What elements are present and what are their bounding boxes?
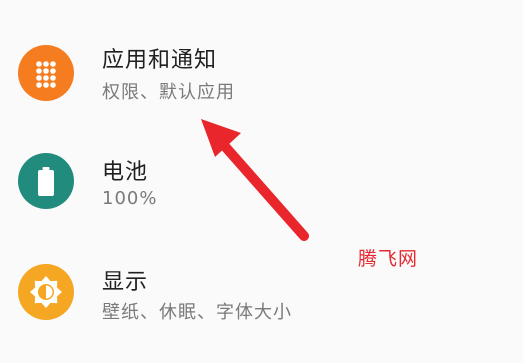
watermark: 腾飞网 xyxy=(358,248,419,270)
annotation-arrow xyxy=(201,119,309,241)
